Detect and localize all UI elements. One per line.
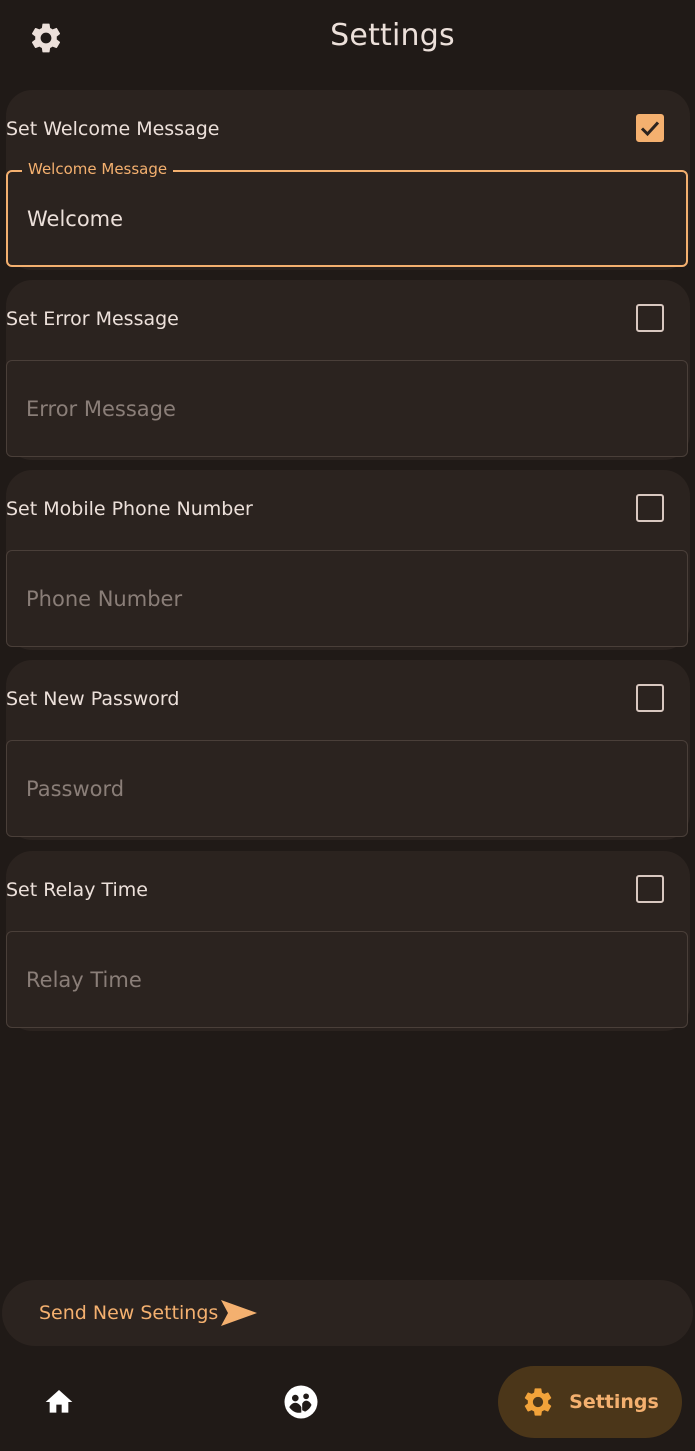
setting-card-welcome-message: Set Welcome Message Welcome Message xyxy=(6,90,690,270)
relay-time-field[interactable] xyxy=(6,931,688,1028)
setting-card-error-message: Set Error Message xyxy=(6,280,690,460)
welcome-message-field[interactable]: Welcome Message xyxy=(6,160,688,267)
send-new-settings-button[interactable]: Send New Settings xyxy=(39,1294,258,1332)
welcome-message-input[interactable] xyxy=(27,172,667,265)
page-title: Settings xyxy=(330,18,455,53)
error-message-input[interactable] xyxy=(26,361,666,456)
setting-label: Set Relay Time xyxy=(6,879,148,901)
relay-time-checkbox[interactable] xyxy=(636,875,664,903)
send-button-label: Send New Settings xyxy=(39,1302,219,1324)
phone-number-input[interactable] xyxy=(26,551,666,646)
setting-card-relay-time: Set Relay Time xyxy=(6,851,690,1031)
password-checkbox[interactable] xyxy=(636,684,664,712)
setting-label: Set Welcome Message xyxy=(6,118,220,140)
settings-screen: Settings Set Welcome Message Welcome Mes… xyxy=(0,0,695,1451)
home-icon xyxy=(45,1390,73,1413)
send-icon xyxy=(221,1300,258,1326)
setting-label: Set Mobile Phone Number xyxy=(6,498,253,520)
nav-community[interactable] xyxy=(276,1380,326,1424)
nav-settings-label: Settings xyxy=(569,1391,659,1413)
error-message-field[interactable] xyxy=(6,360,688,457)
setting-card-password: Set New Password xyxy=(6,660,690,840)
welcome-message-checkbox[interactable] xyxy=(636,114,664,142)
relay-time-input[interactable] xyxy=(26,932,666,1027)
send-bar: Send New Settings xyxy=(2,1280,693,1346)
checkmark-icon xyxy=(640,121,660,137)
phone-number-field[interactable] xyxy=(6,550,688,647)
nav-home[interactable] xyxy=(34,1380,84,1424)
bottom-navigation: Settings xyxy=(0,1350,695,1451)
setting-label: Set New Password xyxy=(6,688,180,710)
nav-settings[interactable]: Settings xyxy=(498,1366,682,1438)
top-app-bar: Settings xyxy=(0,0,695,76)
phone-number-checkbox[interactable] xyxy=(636,494,664,522)
gear-icon xyxy=(524,1388,552,1416)
community-icon xyxy=(284,1385,318,1419)
password-field[interactable] xyxy=(6,740,688,837)
password-input[interactable] xyxy=(26,741,666,836)
setting-label: Set Error Message xyxy=(6,308,179,330)
setting-card-phone-number: Set Mobile Phone Number xyxy=(6,470,690,650)
error-message-checkbox[interactable] xyxy=(636,304,664,332)
